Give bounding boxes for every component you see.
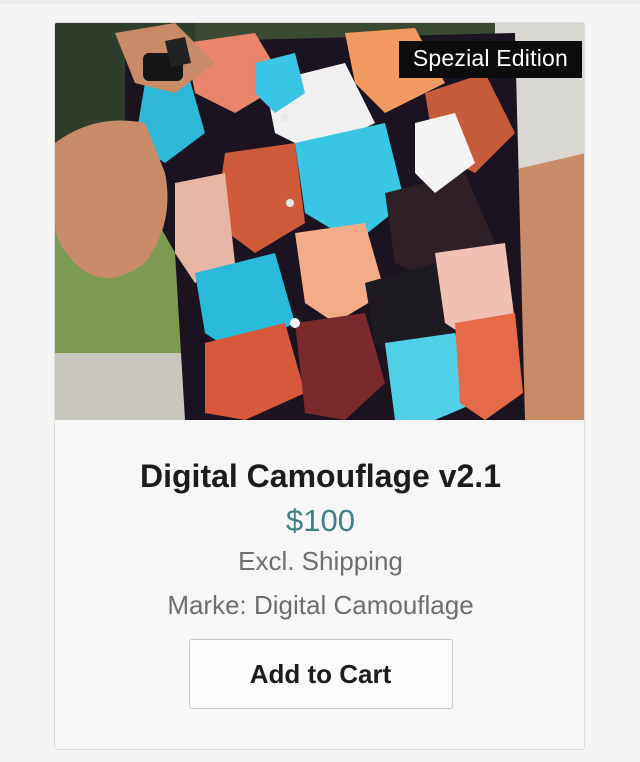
shipping-note: Excl. Shipping [238, 546, 403, 576]
top-shadow-bar [0, 0, 640, 4]
special-edition-badge: Spezial Edition [398, 41, 582, 78]
add-to-cart-button[interactable]: Add to Cart [188, 639, 453, 709]
product-price: $100 [286, 503, 355, 538]
product-info: Digital Camouflage v2.1 $100 Excl. Shipp… [55, 420, 584, 709]
product-card[interactable]: Spezial Edition Digital Camouflage v2.1 … [54, 22, 585, 750]
product-title[interactable]: Digital Camouflage v2.1 [55, 458, 584, 494]
product-brand: Marke: Digital Camouflage [167, 590, 474, 620]
product-photo-illustration [55, 23, 584, 420]
product-image[interactable]: Spezial Edition [55, 23, 584, 420]
